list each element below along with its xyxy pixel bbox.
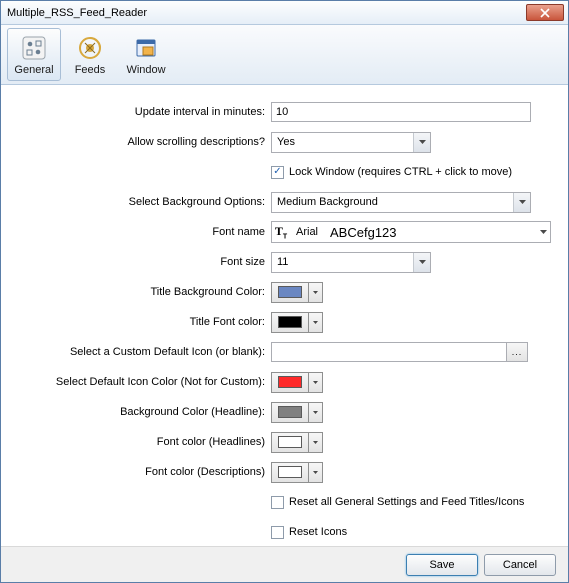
custom-icon-input[interactable] [271, 342, 507, 362]
bg-options-combo[interactable]: Medium Background [271, 192, 531, 213]
title-bg-label: Title Background Color: [15, 286, 271, 298]
reset-all-checkbox[interactable] [271, 496, 284, 509]
tab-general[interactable]: General [7, 28, 61, 81]
cancel-button[interactable]: Cancel [484, 554, 556, 576]
headline-bg-label: Background Color (Headline): [15, 406, 271, 418]
chevron-down-icon [413, 133, 430, 152]
lock-window-label: Lock Window (requires CTRL + click to mo… [289, 166, 512, 178]
general-icon [20, 34, 48, 62]
chevron-down-icon [309, 282, 323, 303]
font-size-combo[interactable]: 11 [271, 252, 431, 273]
font-name-label: Font name [15, 226, 271, 238]
allow-scroll-label: Allow scrolling descriptions? [15, 136, 271, 148]
allow-scroll-combo[interactable]: Yes [271, 132, 431, 153]
headline-font-label: Font color (Headlines) [15, 436, 271, 448]
headline-bg-color-picker[interactable] [271, 402, 323, 423]
close-icon [540, 8, 550, 18]
custom-icon-label: Select a Custom Default Icon (or blank): [15, 346, 271, 358]
headline-font-color-picker[interactable] [271, 432, 323, 453]
content-panel: Update interval in minutes: Allow scroll… [1, 85, 568, 546]
desc-font-label: Font color (Descriptions) [15, 466, 271, 478]
browse-button[interactable]: ... [506, 342, 528, 362]
feeds-icon [76, 34, 104, 62]
tab-window[interactable]: Window [119, 28, 173, 81]
chevron-down-icon [309, 402, 323, 423]
title-font-color-picker[interactable] [271, 312, 323, 333]
titlebar[interactable]: Multiple_RSS_Feed_Reader [1, 1, 568, 25]
toolbar: General Feeds Window [1, 25, 568, 85]
lock-window-checkbox[interactable] [271, 166, 284, 179]
title-bg-color-picker[interactable] [271, 282, 323, 303]
save-button[interactable]: Save [406, 554, 478, 576]
close-button[interactable] [526, 4, 564, 21]
chevron-down-icon [309, 432, 323, 453]
icon-color-picker[interactable] [271, 372, 323, 393]
footer: Save Cancel [1, 546, 568, 582]
bg-options-label: Select Background Options: [15, 196, 271, 208]
chevron-down-icon [309, 372, 323, 393]
reset-icons-label: Reset Icons [289, 526, 347, 538]
tab-feeds[interactable]: Feeds [63, 28, 117, 81]
tab-general-label: General [14, 64, 53, 76]
chevron-down-icon [513, 193, 530, 212]
tab-feeds-label: Feeds [75, 64, 106, 76]
title-font-label: Title Font color: [15, 316, 271, 328]
chevron-down-icon [536, 230, 550, 234]
icon-color-label: Select Default Icon Color (Not for Custo… [15, 376, 271, 388]
font-glyph-icon: TT [272, 224, 290, 240]
update-interval-input[interactable] [271, 102, 531, 122]
reset-icons-checkbox[interactable] [271, 526, 284, 539]
chevron-down-icon [309, 462, 323, 483]
tab-window-label: Window [126, 64, 165, 76]
font-size-label: Font size [15, 256, 271, 268]
reset-all-label: Reset all General Settings and Feed Titl… [289, 496, 524, 508]
update-interval-label: Update interval in minutes: [15, 106, 271, 118]
chevron-down-icon [413, 253, 430, 272]
window-icon [132, 34, 160, 62]
chevron-down-icon [309, 312, 323, 333]
dialog-window: Multiple_RSS_Feed_Reader General Feeds W… [0, 0, 569, 583]
window-title: Multiple_RSS_Feed_Reader [5, 7, 526, 19]
font-name-combo[interactable]: TT Arial ABCefg123 [271, 221, 551, 243]
desc-font-color-picker[interactable] [271, 462, 323, 483]
